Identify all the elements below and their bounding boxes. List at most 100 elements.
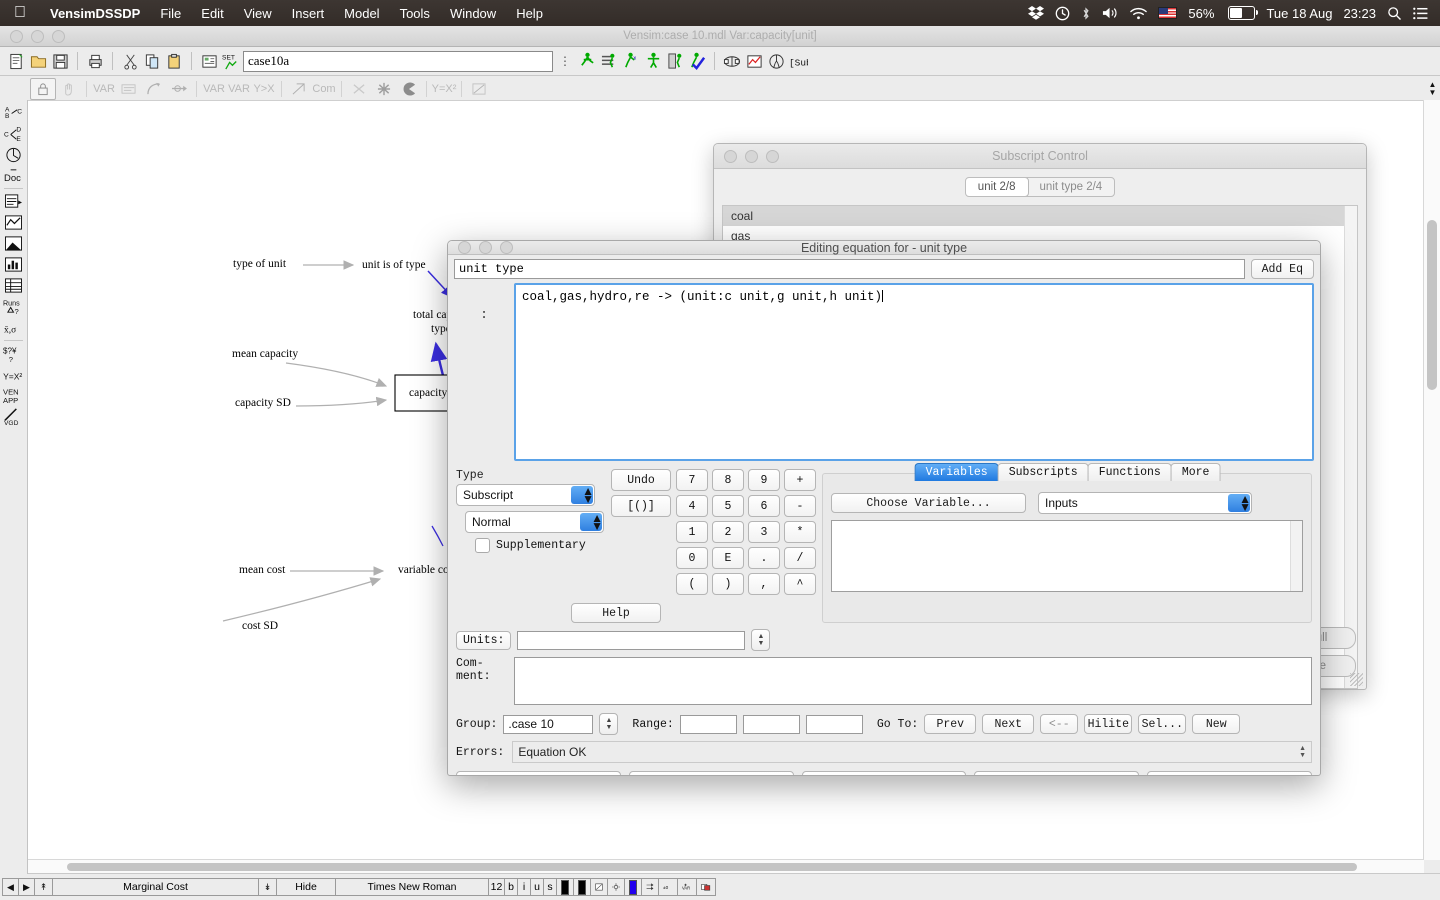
diagram-label[interactable]: mean capacity <box>232 348 298 360</box>
variable-name-input[interactable]: unit type <box>454 259 1245 279</box>
select-button[interactable]: Sel... <box>1138 714 1187 734</box>
key-0[interactable]: 0 <box>676 547 708 569</box>
time-machine-icon[interactable] <box>1055 6 1070 21</box>
arrow-direction-icon[interactable] <box>641 878 659 896</box>
uses-tree-icon[interactable]: CDE <box>2 123 25 144</box>
group-input[interactable]: .case 10 <box>503 714 594 734</box>
box-variable-icon[interactable] <box>117 79 141 99</box>
menu-item-tools[interactable]: Tools <box>390 6 440 21</box>
next-button[interactable]: Next <box>982 714 1035 734</box>
notification-center-icon[interactable] <box>1413 7 1428 20</box>
flag-icon[interactable] <box>1158 7 1178 19</box>
synthesim-icon[interactable] <box>687 51 707 71</box>
key-7[interactable]: 7 <box>676 469 708 491</box>
causes-strip-icon[interactable] <box>2 191 25 212</box>
up-level-icon[interactable]: ↟ <box>34 878 53 896</box>
tab-subscripts[interactable]: Subscripts <box>997 463 1089 481</box>
doc-icon[interactable]: Doc <box>2 165 25 186</box>
units-button[interactable]: Units: <box>456 630 512 650</box>
line-style-icon[interactable] <box>607 878 625 896</box>
key-3[interactable]: 3 <box>748 521 780 543</box>
choose-variable-button[interactable]: Choose Variable... <box>831 493 1026 513</box>
open-icon[interactable] <box>28 51 48 71</box>
text-color-swatch[interactable] <box>556 878 574 896</box>
scroll-thumb[interactable] <box>67 863 1357 871</box>
menu-item-view[interactable]: View <box>234 6 282 21</box>
help-button[interactable]: Help <box>571 603 661 623</box>
key-open-paren[interactable]: ( <box>676 573 708 595</box>
bluetooth-icon[interactable] <box>1081 6 1091 21</box>
brackets-button[interactable]: [()] <box>611 495 671 517</box>
key-plus[interactable]: + <box>784 469 816 491</box>
check-model-button[interactable]: Check Model <box>801 771 967 775</box>
diagram-label[interactable]: type of unit <box>233 258 286 270</box>
save-icon[interactable] <box>50 51 70 71</box>
input-output-icon[interactable]: Y>X <box>252 79 276 99</box>
run-sequence-icon[interactable] <box>599 51 619 71</box>
copy-icon[interactable] <box>142 51 162 71</box>
key-8[interactable]: 8 <box>712 469 744 491</box>
level-name-field[interactable]: Marginal Cost <box>52 878 259 896</box>
underline-button[interactable]: u <box>530 878 544 896</box>
key-5[interactable]: 5 <box>712 495 744 517</box>
range-min-input[interactable] <box>679 714 737 734</box>
font-name-field[interactable]: Times New Roman <box>335 878 489 896</box>
supplementary-checkbox-row[interactable]: Supplementary <box>475 538 605 553</box>
supplementary-checkbox[interactable] <box>475 538 490 553</box>
fill-color-swatch[interactable] <box>573 878 591 896</box>
stats-icon[interactable]: x̄,σ <box>2 317 25 338</box>
sub-icon[interactable]: [Sub] <box>788 51 808 71</box>
key-multiply[interactable]: * <box>784 521 816 543</box>
new-button[interactable]: New <box>1192 714 1241 734</box>
variable-list[interactable] <box>831 520 1303 592</box>
bold-button[interactable]: b <box>504 878 518 896</box>
check-syntax-button[interactable]: Check Syntax <box>628 771 794 775</box>
reality-check-icon[interactable] <box>643 51 663 71</box>
hide-button[interactable]: Hide <box>276 878 336 896</box>
font-size-field[interactable]: 12 <box>488 878 505 896</box>
equation-editor[interactable]: coal,gas,hydro,re -> (unit:c unit,g unit… <box>514 283 1314 461</box>
units-input[interactable] <box>517 630 746 650</box>
wand-icon[interactable] <box>372 79 396 99</box>
paste-icon[interactable] <box>164 51 184 71</box>
monetary-icon[interactable]: $?¥? <box>2 343 25 364</box>
strikethrough-button[interactable]: s <box>543 878 557 896</box>
variable-filter-select[interactable]: Inputs ▲ ▼ <box>1038 492 1252 514</box>
units-stepper[interactable]: ▲ ▼ <box>751 629 771 651</box>
arrow-icon[interactable] <box>142 79 166 99</box>
canvas-vertical-scrollbar[interactable]: ▲ ▼ <box>1423 78 1440 860</box>
table-icon[interactable] <box>2 275 25 296</box>
menu-item-help[interactable]: Help <box>506 6 553 21</box>
sketch-comment-icon[interactable] <box>287 79 311 99</box>
resize-grip[interactable] <box>1350 673 1363 686</box>
dropbox-icon[interactable] <box>1028 6 1045 20</box>
chevron-updown-icon[interactable]: ▲ ▼ <box>580 512 603 532</box>
loops-icon[interactable] <box>2 144 25 165</box>
key-9[interactable]: 9 <box>748 469 780 491</box>
diagram-label[interactable]: capacity SD <box>235 397 291 409</box>
graph-icon[interactable] <box>744 51 764 71</box>
move-hand-icon[interactable] <box>57 79 81 99</box>
delete-variable-button[interactable]: Delete Variable <box>974 771 1140 775</box>
regression-icon[interactable]: Y=X² <box>2 364 25 385</box>
wifi-icon[interactable] <box>1130 7 1148 20</box>
shadow-variable-icon[interactable]: VAR <box>202 79 226 99</box>
comment-icon[interactable]: Com <box>312 79 336 99</box>
tab-unit[interactable]: unit 2/8 <box>965 178 1029 196</box>
comment-input[interactable] <box>514 657 1312 705</box>
optimize-icon[interactable] <box>665 51 685 71</box>
runs-compare-icon[interactable]: Runs? <box>2 296 25 317</box>
apple-menu-icon[interactable]:  <box>0 5 40 21</box>
key-minus[interactable]: - <box>784 495 816 517</box>
chevron-updown-icon[interactable]: ▲ ▼ <box>1299 745 1306 759</box>
venapp-icon[interactable]: VEN APP <box>2 385 25 406</box>
delete-icon[interactable] <box>347 79 371 99</box>
errors-field[interactable]: Equation OK ▲ ▼ <box>512 741 1312 763</box>
menu-app-name[interactable]: VensimDSSDP <box>40 6 150 21</box>
key-2[interactable]: 2 <box>712 521 744 543</box>
range-increment-input[interactable] <box>805 714 863 734</box>
chevron-updown-icon[interactable]: ▲ ▼ <box>571 485 594 505</box>
set-icon[interactable]: SET <box>221 51 241 71</box>
key-comma[interactable]: , <box>748 573 780 595</box>
volume-icon[interactable] <box>1102 6 1119 20</box>
